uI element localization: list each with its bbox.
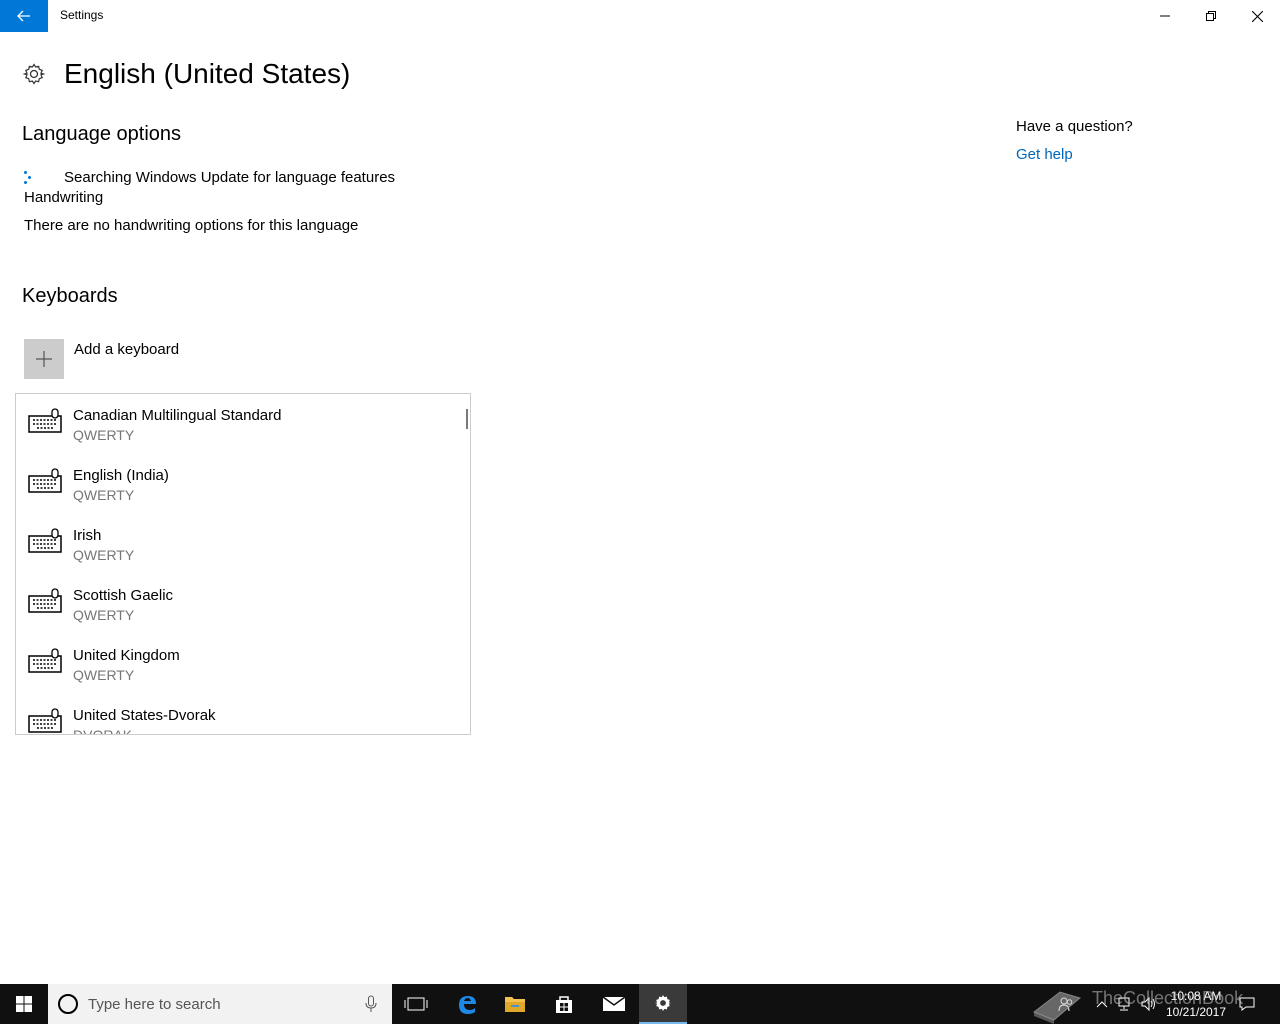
keyboard-option-english-india[interactable]: English (India) QWERTY	[16, 454, 470, 514]
show-hidden-icons-button[interactable]	[1092, 984, 1112, 1024]
edge-icon	[459, 996, 476, 1014]
keyboard-list[interactable]: Canadian Multilingual Standard QWERTY En…	[15, 393, 471, 735]
windows-logo-icon	[16, 996, 32, 1012]
back-arrow-icon	[17, 10, 30, 22]
keyboard-layout: QWERTY	[73, 427, 135, 443]
keyboards-title: Keyboards	[22, 285, 118, 307]
close-icon	[1251, 10, 1263, 22]
keyboard-layout: QWERTY	[73, 547, 135, 563]
task-view-button[interactable]	[392, 984, 440, 1024]
list-scrollbar[interactable]	[466, 409, 468, 429]
mail-icon	[602, 996, 626, 1011]
keyboard-icon	[28, 708, 62, 733]
gear-icon	[22, 63, 46, 85]
keyboard-icon	[28, 468, 62, 493]
page-title: English (United States)	[64, 58, 351, 89]
handwriting-text: There are no handwriting options for thi…	[24, 217, 359, 234]
keyboard-name: English (India)	[73, 467, 169, 484]
keyboard-name: Scottish Gaelic	[73, 587, 174, 604]
keyboard-icon	[28, 648, 62, 673]
task-view-icon	[404, 997, 428, 1011]
language-options-title: Language options	[22, 123, 182, 145]
keyboard-option-irish[interactable]: Irish QWERTY	[16, 514, 470, 574]
people-icon	[1058, 997, 1073, 1012]
taskbar: Type here to search 10:08 AM 10/21/2017	[0, 984, 1280, 1024]
store-bag-icon	[556, 996, 572, 1013]
page-header: English (United States)	[22, 54, 350, 94]
people-button[interactable]	[1054, 984, 1078, 1024]
action-center-button[interactable]	[1236, 984, 1258, 1024]
keyboard-layout: DVORAK	[73, 727, 133, 735]
microphone-icon[interactable]	[364, 995, 378, 1013]
keyboard-layout: QWERTY	[73, 607, 135, 623]
store-button[interactable]	[540, 984, 588, 1024]
search-placeholder: Type here to search	[88, 995, 221, 1013]
close-button[interactable]	[1234, 0, 1280, 32]
settings-taskbar-button[interactable]	[639, 984, 687, 1024]
clock-date: 10/21/2017	[1165, 1005, 1227, 1019]
add-keyboard-label: Add a keyboard	[74, 341, 180, 358]
cortana-icon	[58, 994, 78, 1014]
help-question: Have a question?	[1016, 118, 1133, 135]
folder-icon	[505, 997, 525, 1012]
keyboard-option-scottish-gaelic[interactable]: Scottish Gaelic QWERTY	[16, 574, 470, 634]
searching-status: Searching Windows Update for language fe…	[24, 169, 395, 186]
network-button[interactable]	[1114, 984, 1136, 1024]
clock-time: 10:08 AM	[1170, 989, 1222, 1003]
restore-button[interactable]	[1188, 0, 1234, 32]
volume-button[interactable]	[1138, 984, 1160, 1024]
searching-text: Searching Windows Update for language fe…	[64, 169, 396, 186]
app-title: Settings	[60, 8, 104, 22]
keyboard-icon	[28, 528, 62, 553]
title-bar: Settings	[0, 0, 1280, 32]
file-explorer-button[interactable]	[491, 984, 539, 1024]
minimize-button[interactable]	[1142, 0, 1188, 32]
add-keyboard-button[interactable]: Add a keyboard	[24, 339, 179, 379]
keyboard-layout: QWERTY	[73, 667, 135, 683]
taskbar-search-box[interactable]: Type here to search	[48, 984, 392, 1024]
settings-gear-icon	[655, 995, 671, 1011]
notification-icon	[1239, 997, 1255, 1011]
back-button[interactable]	[0, 0, 48, 32]
mail-button[interactable]	[590, 984, 638, 1024]
keyboard-name: Canadian Multilingual Standard	[73, 407, 282, 424]
keyboard-name: United States-Dvorak	[73, 707, 216, 724]
restore-icon	[1206, 11, 1216, 21]
handwriting-label: Handwriting	[24, 189, 104, 206]
start-button[interactable]	[0, 984, 48, 1024]
keyboard-icon	[28, 408, 62, 433]
keyboard-option-united-states-dvorak[interactable]: United States-Dvorak DVORAK	[16, 694, 470, 735]
keyboard-option-canadian-multilingual[interactable]: Canadian Multilingual Standard QWERTY	[16, 394, 470, 454]
keyboard-icon	[28, 588, 62, 613]
keyboard-name: Irish	[73, 527, 102, 544]
edge-button[interactable]	[443, 984, 491, 1024]
keyboard-name: United Kingdom	[73, 647, 180, 664]
keyboard-option-united-kingdom[interactable]: United Kingdom QWERTY	[16, 634, 470, 694]
network-icon	[1118, 997, 1130, 1011]
plus-icon	[24, 339, 64, 379]
chevron-up-icon	[1096, 1001, 1108, 1008]
loading-spinner-icon	[24, 170, 36, 185]
keyboard-layout: QWERTY	[73, 487, 135, 503]
get-help-link[interactable]: Get help	[1016, 146, 1073, 163]
minimize-icon	[1160, 15, 1170, 17]
taskbar-clock[interactable]: 10:08 AM 10/21/2017	[1160, 988, 1232, 1020]
speaker-icon	[1141, 996, 1155, 1012]
